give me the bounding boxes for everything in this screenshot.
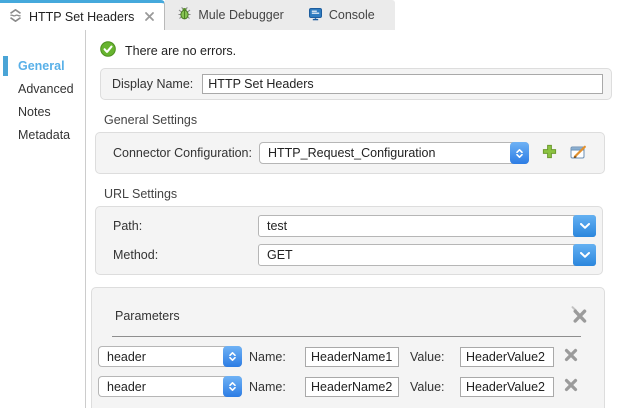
add-configuration-button[interactable] bbox=[541, 143, 558, 163]
parameter-name-input[interactable] bbox=[305, 346, 399, 367]
inactive-tab-strip: Mule Debugger Console bbox=[165, 0, 395, 30]
name-label: Name: bbox=[249, 379, 286, 394]
tab-mule-debugger[interactable]: Mule Debugger bbox=[165, 0, 295, 30]
delete-x-icon bbox=[564, 348, 578, 365]
console-icon bbox=[308, 6, 323, 24]
plus-icon bbox=[541, 143, 558, 163]
combo-value: test bbox=[267, 219, 288, 233]
sidebar-item-notes[interactable]: Notes bbox=[0, 104, 85, 120]
value-label: Value: bbox=[410, 379, 445, 394]
properties-editor-window: HTTP Set Headers Mule Debugger Console G… bbox=[0, 0, 618, 408]
general-settings-title: General Settings bbox=[104, 113, 198, 127]
tab-console[interactable]: Console bbox=[296, 0, 387, 30]
general-settings-group: Connector Configuration: HTTP_Request_Co… bbox=[95, 132, 605, 174]
combo-value: GET bbox=[267, 248, 293, 262]
delete-parameter-button[interactable] bbox=[564, 378, 578, 395]
path-label: Path: bbox=[113, 219, 143, 233]
delete-x-icon bbox=[564, 378, 578, 395]
status-message: There are no errors. bbox=[125, 43, 237, 58]
connector-configuration-label: Connector Configuration: bbox=[113, 146, 252, 160]
general-panel: There are no errors. Display Name: Gener… bbox=[86, 30, 618, 408]
selected-option-label: HTTP_Request_Configuration bbox=[268, 146, 436, 160]
tab-label: Mule Debugger bbox=[198, 8, 284, 22]
edit-configuration-button[interactable] bbox=[570, 144, 588, 163]
clear-x-icon bbox=[570, 305, 589, 327]
chevron-down-icon bbox=[573, 244, 596, 266]
display-name-group: Display Name: bbox=[100, 68, 612, 100]
delete-parameter-button[interactable] bbox=[564, 348, 578, 365]
method-combo[interactable]: GET bbox=[258, 244, 596, 266]
parameter-row: header Name: Value: bbox=[92, 376, 604, 397]
properties-sidebar: General Advanced Notes Metadata bbox=[0, 30, 86, 408]
sidebar-item-metadata[interactable]: Metadata bbox=[0, 127, 85, 143]
divider bbox=[112, 336, 581, 337]
parameters-header: Parameters bbox=[92, 305, 604, 327]
parameters-title: Parameters bbox=[115, 309, 180, 323]
validation-status: There are no errors. bbox=[100, 41, 612, 60]
parameter-row: header Name: Value: bbox=[92, 346, 604, 367]
url-settings-title: URL Settings bbox=[104, 187, 178, 201]
url-settings-group: Path: test Method: GET bbox=[95, 206, 603, 275]
selected-option-label: header bbox=[107, 379, 146, 394]
method-row: Method: GET bbox=[113, 244, 602, 266]
path-combo[interactable]: test bbox=[258, 215, 596, 237]
parameter-value-input[interactable] bbox=[460, 346, 554, 367]
parameter-type-select[interactable]: header bbox=[98, 346, 242, 367]
parameter-name-input[interactable] bbox=[305, 376, 399, 397]
editor-tab-bar: HTTP Set Headers Mule Debugger Console bbox=[0, 0, 618, 30]
success-check-icon bbox=[100, 41, 116, 60]
chevron-down-icon bbox=[573, 215, 596, 237]
name-label: Name: bbox=[249, 349, 286, 364]
value-label: Value: bbox=[410, 349, 445, 364]
bug-icon bbox=[177, 6, 192, 24]
parameter-value-input[interactable] bbox=[460, 376, 554, 397]
popup-stepper-icon bbox=[223, 346, 242, 367]
sidebar-item-advanced[interactable]: Advanced bbox=[0, 81, 85, 97]
tab-label: Console bbox=[328, 8, 375, 22]
selected-option-label: header bbox=[107, 349, 146, 364]
sidebar-item-general[interactable]: General bbox=[0, 56, 85, 76]
display-name-input[interactable] bbox=[202, 74, 603, 94]
display-name-label: Display Name: bbox=[112, 77, 194, 91]
close-icon[interactable] bbox=[144, 11, 155, 22]
tab-label: HTTP Set Headers bbox=[29, 9, 135, 24]
path-row: Path: test bbox=[113, 215, 602, 237]
parameter-type-select[interactable]: header bbox=[98, 376, 242, 397]
method-label: Method: bbox=[113, 248, 159, 262]
popup-stepper-icon bbox=[510, 142, 529, 164]
connector-configuration-select[interactable]: HTTP_Request_Configuration bbox=[259, 142, 529, 164]
parameters-group: Parameters header Name: HeaderName1 Valu… bbox=[91, 287, 605, 408]
remove-all-parameters-button[interactable] bbox=[570, 305, 589, 327]
tab-http-set-headers[interactable]: HTTP Set Headers bbox=[0, 0, 166, 30]
popup-stepper-icon bbox=[223, 376, 242, 397]
mule-flow-icon bbox=[8, 8, 23, 26]
edit-icon bbox=[570, 144, 588, 163]
